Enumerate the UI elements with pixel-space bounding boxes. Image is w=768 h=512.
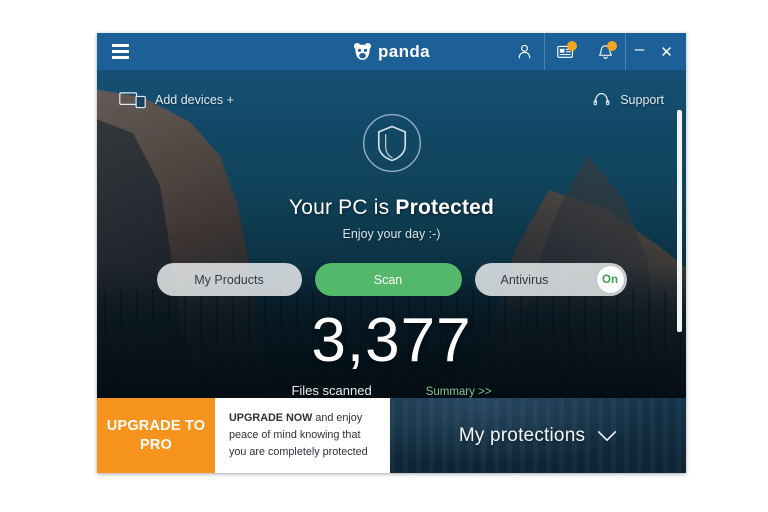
files-scanned-label: Files scanned	[291, 383, 372, 398]
scrollbar-track[interactable]	[676, 110, 683, 395]
news-badge	[567, 41, 577, 51]
titlebar-actions: – ✕	[504, 33, 686, 70]
minimize-button[interactable]: –	[626, 33, 653, 70]
scrollbar-thumb[interactable]	[677, 110, 682, 332]
antivirus-toggle[interactable]: Antivirus On	[474, 263, 627, 296]
antivirus-state-knob[interactable]: On	[596, 266, 624, 293]
scan-button[interactable]: Scan	[314, 263, 462, 296]
upgrade-promo-paragraph: UPGRADE NOW and enjoy peace of mind know…	[229, 410, 376, 460]
files-scanned-count: 3,377	[311, 306, 472, 375]
upgrade-to-pro-tag[interactable]: UPGRADE TO PRO	[97, 398, 215, 473]
brand-name: panda	[377, 41, 431, 61]
my-products-button[interactable]: My Products	[156, 263, 302, 296]
hamburger-bar	[111, 50, 129, 53]
add-devices-link[interactable]: Add devices +	[119, 91, 234, 109]
hamburger-menu-icon[interactable]	[97, 33, 143, 70]
title-bar: panda – ✕	[97, 33, 686, 70]
status-subtitle: Enjoy your day :-)	[342, 227, 441, 241]
notifications-button[interactable]	[585, 33, 625, 70]
news-button[interactable]	[545, 33, 585, 70]
add-devices-label: Add devices +	[155, 92, 234, 107]
shield-in-circle-icon	[362, 113, 421, 173]
status-prefix: Your PC is	[288, 196, 396, 219]
protection-shield	[358, 109, 426, 182]
hero-content: Add devices + Support Your PC is Protect…	[97, 70, 686, 398]
status-headline: Your PC is Protected	[289, 196, 494, 220]
hamburger-bar	[111, 56, 129, 59]
action-button-row: My Products Scan Antivirus On	[156, 263, 627, 296]
chevron-down-icon	[598, 430, 617, 441]
upgrade-now-bold: UPGRADE NOW	[229, 412, 313, 425]
hero-top-links: Add devices + Support	[97, 70, 686, 113]
counter-footer: Files scanned Summary >>	[97, 383, 686, 398]
summary-link[interactable]: Summary >>	[426, 386, 492, 398]
my-protections-panel[interactable]: My protections	[390, 398, 686, 473]
person-icon	[518, 44, 530, 59]
status-emphasis: Protected	[395, 196, 495, 219]
close-button[interactable]: ✕	[653, 33, 680, 70]
support-label: Support	[620, 92, 664, 107]
hero-panel: Add devices + Support Your PC is Protect…	[97, 70, 686, 398]
hamburger-bar	[111, 44, 129, 47]
account-button[interactable]	[504, 33, 544, 70]
my-protections-label: My protections	[458, 424, 586, 446]
antivirus-label: Antivirus	[500, 272, 549, 287]
panda-security-window: panda – ✕ Add devices + Support Your PC …	[97, 33, 686, 473]
devices-icon	[119, 91, 146, 108]
panda-head-icon	[353, 42, 372, 60]
headset-icon	[593, 93, 610, 106]
upgrade-promo-text[interactable]: UPGRADE NOW and enjoy peace of mind know…	[215, 398, 390, 473]
support-link[interactable]: Support	[592, 90, 664, 109]
bottom-bar: UPGRADE TO PRO UPGRADE NOW and enjoy pea…	[97, 398, 686, 473]
notifications-badge	[607, 41, 617, 51]
